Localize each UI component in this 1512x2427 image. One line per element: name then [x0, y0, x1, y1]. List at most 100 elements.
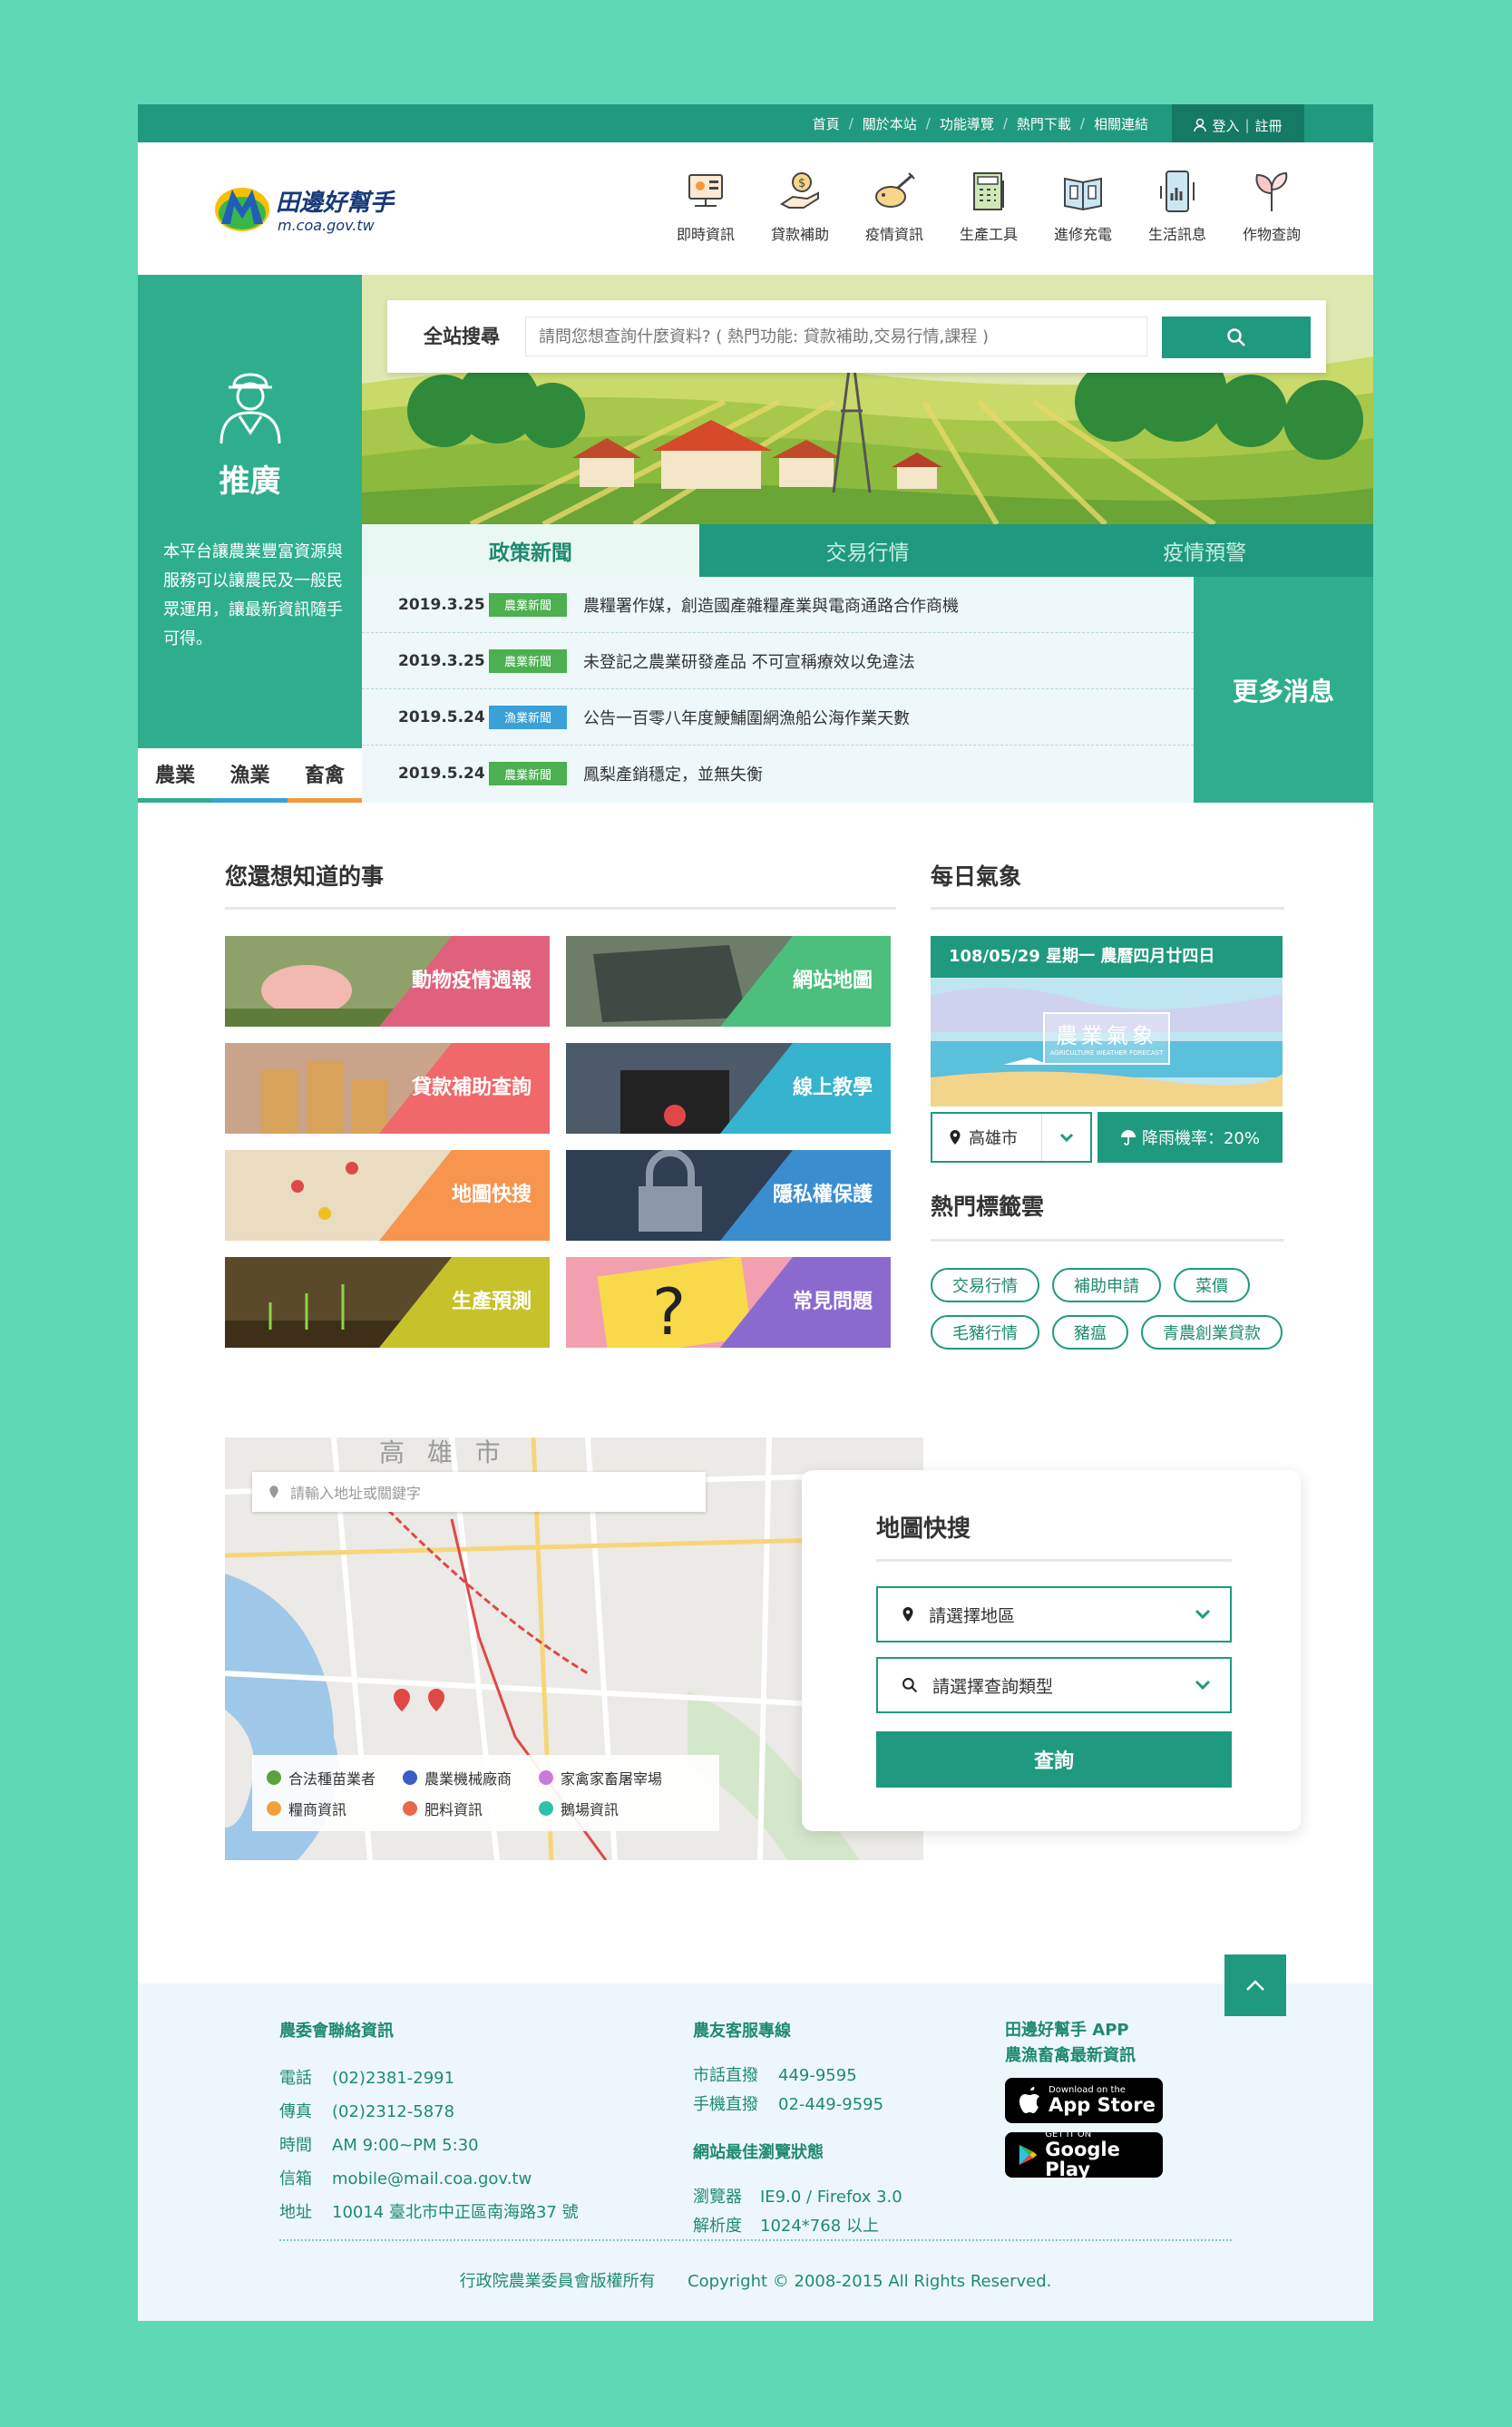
nav-loan-subsidy[interactable]: $ 貸款補助	[753, 168, 847, 244]
promo-tab-agriculture[interactable]: 農業	[138, 748, 213, 803]
hot-tags-divider	[931, 1239, 1284, 1242]
legend-item[interactable]: 糧商資訊	[267, 1797, 403, 1820]
tag-market-prices[interactable]: 交易行情	[931, 1268, 1039, 1302]
tile-online-tutorial[interactable]: 線上教學	[566, 1043, 891, 1134]
tag-young-farmer-loan[interactable]: 青農創業貸款	[1141, 1315, 1283, 1350]
weather-banner-subtitle: AGRICULTURE WEATHER FORECAST	[1049, 1049, 1164, 1057]
legend-dot	[267, 1770, 281, 1785]
weather-date: 108/05/29 星期一 農曆四月廿四日	[931, 936, 1283, 978]
map-search-input[interactable]: 請輸入地址或關鍵字	[252, 1472, 706, 1512]
nav-label: 生活訊息	[1147, 226, 1206, 243]
legend-item[interactable]: 鵝場資訊	[539, 1797, 720, 1820]
legend-dot	[403, 1770, 417, 1785]
news-title[interactable]: 未登記之農業研發產品 不可宣稱療效以免違法	[583, 649, 915, 673]
news-item[interactable]: 2019.5.24 農業新聞 鳳梨產銷穩定，並無失衡	[362, 746, 1194, 802]
legend-item[interactable]: 肥料資訊	[403, 1797, 539, 1820]
footer-contact-title: 農委會聯絡資訊	[279, 2022, 394, 2041]
news-title[interactable]: 鳳梨產銷穩定，並無失衡	[583, 762, 763, 785]
map-search-button[interactable]: 查詢	[876, 1731, 1232, 1788]
nav-life-info[interactable]: 生活訊息	[1130, 168, 1224, 244]
nav-learning[interactable]: 進修充電	[1036, 168, 1130, 244]
nav-label: 貸款補助	[770, 226, 829, 243]
tab-policy-news[interactable]: 政策新聞	[362, 524, 699, 577]
news-item[interactable]: 2019.5.24 漁業新聞 公告一百零八年度鯁鯆圍網漁船公海作業天數	[362, 689, 1194, 746]
footer-app-subtitle: 農漁畜禽最新資訊	[1005, 2046, 1136, 2065]
register-link[interactable]: 註冊	[1255, 116, 1283, 135]
legend-label: 糧商資訊	[288, 1801, 347, 1818]
copyright-right: Copyright © 2008-2015 All Rights Reserve…	[688, 2272, 1052, 2291]
nav-production-tools[interactable]: 生產工具	[941, 168, 1036, 244]
weather-widget: 108/05/29 星期一 農曆四月廿四日 農業氣象 AGRICULTURE W…	[931, 936, 1283, 1166]
nav-epidemic-info[interactable]: 疫情資訊	[847, 168, 941, 244]
tag-subsidy-application[interactable]: 補助申請	[1052, 1268, 1161, 1302]
logo-m-icon	[215, 188, 269, 231]
type-select[interactable]: 請選擇查詢類型	[876, 1657, 1232, 1713]
nav-label: 即時資訊	[676, 226, 735, 243]
footer-row: 電話 (02)2381-2991	[279, 2061, 579, 2095]
nav-crop-search[interactable]: 作物查詢	[1224, 168, 1319, 244]
google-play-button[interactable]: GET IT ON Google Play	[1005, 2130, 1163, 2179]
site-search-input[interactable]	[525, 317, 1147, 356]
legend-item[interactable]: 農業機械廠商	[403, 1766, 539, 1789]
chevron-down-icon	[1041, 1114, 1090, 1161]
footer-key: 瀏覽器	[693, 2188, 742, 2207]
footer-email-link[interactable]: mobile@mail.coa.gov.tw	[332, 2162, 532, 2196]
tag-vegetable-prices[interactable]: 菜價	[1174, 1268, 1250, 1302]
apple-icon	[1019, 2087, 1039, 2113]
legend-item[interactable]: 合法種苗業者	[267, 1766, 403, 1789]
user-icon	[1194, 118, 1207, 132]
tile-production-forecast[interactable]: 生產預測	[225, 1257, 550, 1348]
tile-label: 隱私權保護	[772, 1184, 873, 1206]
top-link-guide[interactable]: 功能導覽	[940, 114, 994, 133]
tile-privacy[interactable]: 隱私權保護	[566, 1150, 891, 1241]
tile-sitemap[interactable]: 網站地圖	[566, 936, 891, 1027]
weather-section-title: 每日氣象	[931, 863, 1022, 890]
footer-row: 時間 AM 9:00~PM 5:30	[279, 2129, 579, 2162]
umbrella-icon	[1120, 1130, 1136, 1145]
more-news-button[interactable]: 更多消息	[1194, 577, 1373, 803]
footer-row: 傳真 (02)2312-5878	[279, 2095, 579, 2129]
tile-loan-subsidy-search[interactable]: 貸款補助查詢	[225, 1043, 550, 1134]
nav-label: 生產工具	[959, 226, 1018, 243]
login-link[interactable]: 登入	[1212, 116, 1239, 135]
book-icon	[1064, 177, 1102, 211]
news-item[interactable]: 2019.3.25 農業新聞 未登記之農業研發產品 不可宣稱療效以免違法	[362, 633, 1194, 689]
back-to-top-button[interactable]	[1224, 1954, 1286, 2016]
top-link-related[interactable]: 相關連結	[1094, 114, 1148, 133]
tag-swine-fever[interactable]: 豬瘟	[1052, 1315, 1128, 1350]
phone-chart-icon	[1160, 171, 1195, 212]
legend-label: 農業機械廠商	[424, 1770, 512, 1788]
top-link-about[interactable]: 關於本站	[863, 114, 917, 133]
region-select[interactable]: 請選擇地區	[876, 1586, 1232, 1642]
nav-realtime-info[interactable]: 即時資訊	[658, 168, 753, 244]
top-link-home[interactable]: 首頁	[813, 114, 840, 133]
footer-row: 手機直撥 02-449-9595	[693, 2091, 902, 2120]
footer-key: 地址	[279, 2203, 312, 2222]
news-title[interactable]: 公告一百零八年度鯁鯆圍網漁船公海作業天數	[583, 706, 910, 729]
weather-city-select[interactable]: 高雄市	[931, 1112, 1092, 1163]
site-logo[interactable]: 田邊好幫手 m.coa.gov.tw	[212, 177, 403, 242]
tile-label: 生產預測	[451, 1291, 532, 1313]
tile-map-search[interactable]: 地圖快搜	[225, 1150, 550, 1241]
news-title[interactable]: 農糧署作媒，創造國產雜糧產業與電商通路合作商機	[583, 593, 959, 617]
legend-label: 家禽家畜屠宰場	[561, 1770, 663, 1788]
legend-dot	[539, 1770, 553, 1785]
promo-tab-fishery[interactable]: 漁業	[212, 748, 288, 803]
tab-market-prices[interactable]: 交易行情	[699, 524, 1037, 577]
footer-app: 田邊好幫手 APP 農漁畜禽最新資訊 Download on the App St…	[1005, 2018, 1163, 2179]
svg-text:?: ?	[652, 1275, 686, 1348]
tile-faq[interactable]: ? 常見問題	[566, 1257, 891, 1348]
legend-item[interactable]: 家禽家畜屠宰場	[539, 1766, 720, 1789]
tag-hog-prices[interactable]: 毛豬行情	[931, 1315, 1039, 1350]
app-store-button[interactable]: Download on the App Store	[1005, 2078, 1163, 2123]
site-search-button[interactable]	[1162, 317, 1311, 358]
top-links: 首頁 / 關於本站 / 功能導覽 / 熱門下載 / 相關連結	[812, 114, 1148, 133]
weather-city-value: 高雄市	[969, 1129, 1018, 1148]
tab-epidemic-alerts[interactable]: 疫情預警	[1036, 524, 1373, 577]
promo-tab-livestock[interactable]: 畜禽	[287, 748, 362, 803]
top-link-downloads[interactable]: 熱門下載	[1017, 114, 1071, 133]
tile-animal-epidemic[interactable]: 動物疫情週報	[225, 936, 550, 1027]
news-item[interactable]: 2019.3.25 農業新聞 農糧署作媒，創造國產雜糧產業與電商通路合作商機	[362, 577, 1194, 633]
news-tag: 農業新聞	[489, 762, 567, 785]
promo-tabs: 農業 漁業 畜禽	[138, 748, 362, 803]
